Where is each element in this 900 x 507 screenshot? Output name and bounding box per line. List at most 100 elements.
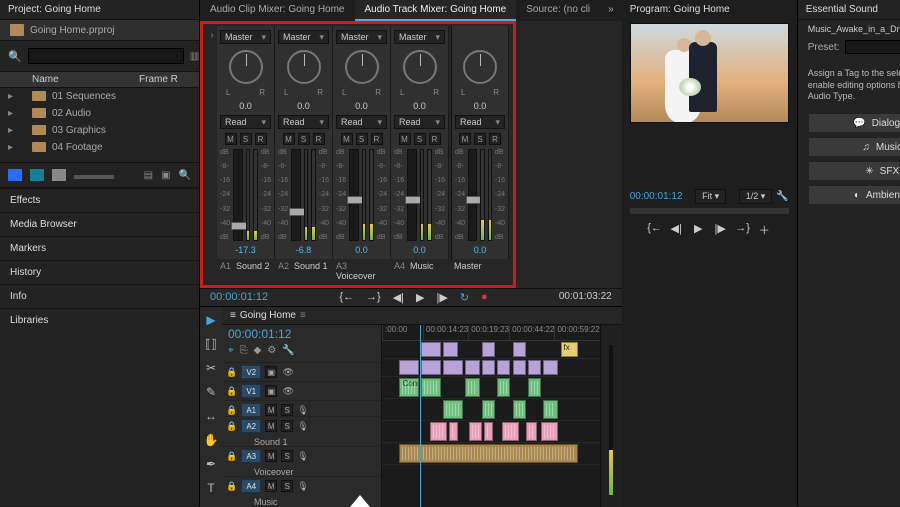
mark-in-icon[interactable]: {← bbox=[339, 291, 354, 304]
pan-value[interactable]: 0.0 bbox=[239, 101, 252, 111]
mic-icon[interactable]: 🎙 bbox=[297, 421, 308, 432]
clip[interactable] bbox=[543, 360, 558, 375]
program-canvas[interactable] bbox=[630, 23, 789, 123]
lock-icon[interactable]: 🔒 bbox=[226, 367, 237, 378]
program-scrub-bar[interactable] bbox=[630, 208, 789, 214]
tool-5[interactable]: ✋ bbox=[204, 433, 219, 447]
track-lane-A4[interactable] bbox=[382, 443, 600, 465]
chevron-right-icon[interactable]: ▸ bbox=[8, 142, 32, 153]
s-toggle[interactable]: S bbox=[281, 420, 293, 432]
pan-knob[interactable] bbox=[345, 50, 379, 84]
send-dropdown[interactable]: Master▾ bbox=[278, 30, 329, 44]
tool-0[interactable]: ▶ bbox=[206, 313, 215, 327]
ruler-tick[interactable]: 00:00:44:22 bbox=[509, 325, 554, 340]
new-item-icon[interactable]: ▣ bbox=[161, 170, 170, 181]
tag-dialogue[interactable]: 💬 Dialogue bbox=[808, 113, 900, 133]
zoom-slider[interactable] bbox=[74, 175, 114, 179]
track-target[interactable]: A2 bbox=[241, 419, 261, 433]
track-lane-V1[interactable] bbox=[382, 359, 600, 377]
bin-row[interactable]: ▸ 04 Footage bbox=[0, 139, 199, 156]
r-button[interactable]: R bbox=[429, 133, 441, 145]
automation-dropdown[interactable]: Read▾ bbox=[336, 115, 387, 129]
filter-icon[interactable]: ▥ bbox=[190, 51, 199, 62]
send-dropdown[interactable]: Master▾ bbox=[336, 30, 387, 44]
fader[interactable] bbox=[291, 149, 301, 241]
mark-out-icon[interactable]: →} bbox=[366, 291, 381, 304]
mic-icon[interactable]: 🎙 bbox=[297, 405, 308, 416]
tool-3[interactable]: ✎ bbox=[206, 385, 216, 399]
mic-icon[interactable]: 🎙 bbox=[297, 481, 308, 492]
send-dropdown[interactable]: Master▾ bbox=[220, 30, 271, 44]
clip[interactable]: Constan bbox=[399, 378, 419, 397]
freeform-view-icon[interactable] bbox=[52, 169, 66, 181]
audio-track-header-A2[interactable]: 🔒 A2 MS 🎙 Sound 1 bbox=[222, 416, 381, 446]
resolution-dropdown[interactable]: 1/2 ▾ bbox=[739, 189, 773, 204]
automation-dropdown[interactable]: Read▾ bbox=[220, 115, 271, 129]
video-track-header-V1[interactable]: 🔒 V1 ▣ 👁 bbox=[222, 381, 381, 400]
sequence-tab[interactable]: ≡ Going Home ≡ bbox=[222, 307, 622, 325]
m-toggle[interactable]: M bbox=[265, 450, 277, 462]
wrench-icon[interactable]: 🔧 bbox=[282, 345, 294, 356]
track-target[interactable]: A1 bbox=[241, 403, 261, 417]
tool-7[interactable]: T bbox=[207, 481, 214, 495]
chevron-right-icon[interactable]: ▸ bbox=[8, 125, 32, 136]
marker-icon[interactable]: ◆ bbox=[254, 345, 262, 356]
record-icon[interactable]: ● bbox=[481, 291, 488, 304]
clip[interactable] bbox=[528, 378, 541, 397]
track-lane-A1[interactable]: Constan bbox=[382, 377, 600, 399]
play-icon[interactable]: ▶ bbox=[416, 291, 424, 304]
timeline-tc[interactable]: 00:00:01:12 bbox=[222, 325, 381, 343]
m-button[interactable]: M bbox=[341, 133, 353, 145]
r-button[interactable]: R bbox=[313, 133, 325, 145]
ruler-tick[interactable]: 00:00:59:22 bbox=[554, 325, 599, 340]
s-button[interactable]: S bbox=[474, 133, 486, 145]
bin-row[interactable]: ▸ 02 Audio bbox=[0, 105, 199, 122]
toggle-output[interactable]: ▣ bbox=[265, 366, 277, 378]
preset-input[interactable] bbox=[845, 40, 900, 54]
s-button[interactable]: S bbox=[240, 133, 252, 145]
panel-tab-info[interactable]: Info bbox=[0, 284, 199, 308]
program-tc[interactable]: 00:00:01:12 bbox=[630, 191, 683, 202]
video-track-header-V2[interactable]: 🔒 V2 ▣ 👁 bbox=[222, 362, 381, 381]
m-toggle[interactable]: M bbox=[265, 480, 277, 492]
clip[interactable] bbox=[449, 422, 458, 441]
fader[interactable] bbox=[233, 149, 243, 241]
mixer-track-label[interactable]: A1Sound 2 bbox=[217, 259, 275, 283]
clip[interactable] bbox=[469, 422, 482, 441]
lock-icon[interactable]: 🔒 bbox=[226, 421, 237, 432]
lock-icon[interactable]: 🔒 bbox=[226, 451, 237, 462]
pan-value[interactable]: 0.0 bbox=[297, 101, 310, 111]
clip[interactable] bbox=[399, 444, 578, 463]
fader[interactable] bbox=[407, 149, 417, 241]
timeline-menu-icon[interactable]: ≡ bbox=[230, 310, 236, 321]
fader[interactable] bbox=[349, 149, 359, 241]
eye-icon[interactable]: 👁 bbox=[281, 367, 295, 378]
clip[interactable] bbox=[465, 360, 480, 375]
m-button[interactable]: M bbox=[283, 133, 295, 145]
m-button[interactable]: M bbox=[459, 133, 471, 145]
lock-icon[interactable]: 🔒 bbox=[226, 386, 237, 397]
track-lane-A3[interactable] bbox=[382, 421, 600, 443]
tag-ambience[interactable]: ◐ Ambience bbox=[808, 185, 900, 205]
mixer-track-label[interactable]: A2Sound 1 bbox=[275, 259, 333, 283]
clip[interactable] bbox=[497, 378, 510, 397]
clip[interactable] bbox=[513, 400, 526, 419]
tag-sfx[interactable]: ✳ SFX bbox=[808, 161, 900, 181]
db-readout[interactable]: 0.0 bbox=[336, 245, 387, 255]
m-toggle[interactable]: M bbox=[265, 420, 277, 432]
pan-value[interactable]: 0.0 bbox=[474, 101, 487, 111]
col-name[interactable]: Name bbox=[32, 74, 139, 85]
s-toggle[interactable]: S bbox=[281, 404, 293, 416]
ruler-tick[interactable]: 00:00:14:23 bbox=[423, 325, 468, 340]
bin-row[interactable]: ▸ 01 Sequences bbox=[0, 88, 199, 105]
clip[interactable]: fx bbox=[561, 342, 578, 357]
db-readout[interactable]: -6.8 bbox=[278, 245, 329, 255]
m-button[interactable]: M bbox=[399, 133, 411, 145]
clip[interactable] bbox=[399, 360, 419, 375]
mixer-master-label[interactable]: Master bbox=[451, 259, 509, 283]
clip[interactable] bbox=[443, 400, 463, 419]
track-name[interactable]: Voiceover bbox=[226, 467, 377, 477]
clip[interactable] bbox=[482, 342, 495, 357]
col-framerate[interactable]: Frame R bbox=[139, 74, 199, 85]
db-readout[interactable]: -17.3 bbox=[220, 245, 271, 255]
